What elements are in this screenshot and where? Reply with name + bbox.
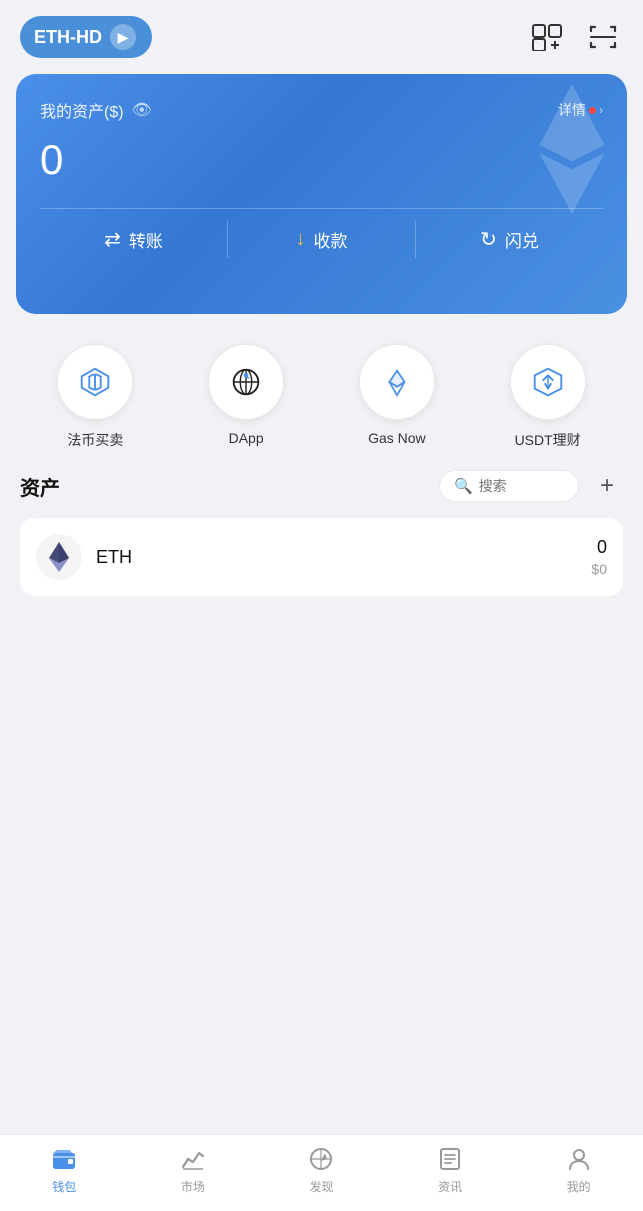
header-actions: [527, 17, 623, 57]
usdt-label: USDT理财: [515, 430, 581, 450]
nav-discover[interactable]: 发现: [257, 1145, 386, 1195]
nav-mine[interactable]: 我的: [514, 1145, 643, 1195]
discover-nav-label: 发现: [309, 1178, 333, 1195]
wallet-name: ETH-HD: [34, 27, 102, 48]
scan-button[interactable]: [583, 17, 623, 57]
eye-icon[interactable]: 👁: [132, 100, 152, 120]
asset-card: 我的资产($) 👁 详情 › 0 ⇄ 转账 ↓ 收款 ↻ 闪兑: [16, 74, 627, 314]
quick-access: 法币买卖 DApp Gas Now: [0, 314, 643, 470]
news-nav-icon: [436, 1145, 464, 1173]
fiat-label: 法币买卖: [67, 430, 123, 450]
search-bar[interactable]: 🔍: [439, 470, 579, 502]
asset-label-text: 我的资产($): [40, 98, 124, 122]
wallet-selector[interactable]: ETH-HD ▶: [20, 16, 152, 58]
search-input[interactable]: [479, 478, 559, 494]
mine-nav-label: 我的: [567, 1178, 591, 1195]
quick-item-dapp[interactable]: DApp: [208, 344, 284, 450]
bottom-nav: 钱包 市场 发现: [0, 1134, 643, 1211]
search-icon: 🔍: [454, 477, 473, 495]
eth-watermark: [507, 84, 627, 219]
assets-header: 资产 🔍 +: [20, 470, 623, 502]
wallet-nav-label: 钱包: [52, 1178, 76, 1195]
receive-label: 收款: [314, 227, 348, 252]
wallet-nav-icon: [50, 1145, 78, 1173]
fiat-icon-circle: [57, 344, 133, 420]
market-nav-icon: [179, 1145, 207, 1173]
eth-values: 0 $0: [591, 537, 607, 577]
transfer-label: 转账: [129, 227, 163, 252]
quick-item-fiat[interactable]: 法币买卖: [57, 344, 133, 450]
gasnow-icon-circle: [359, 344, 435, 420]
swap-icon: ↻: [480, 227, 497, 252]
nav-news[interactable]: 资讯: [386, 1145, 515, 1195]
eth-symbol: ETH: [96, 547, 591, 568]
news-nav-label: 资讯: [438, 1178, 462, 1195]
eth-amount: 0: [591, 537, 607, 558]
eth-logo: [36, 534, 82, 580]
dapp-label: DApp: [229, 430, 264, 446]
receive-button[interactable]: ↓ 收款: [228, 209, 415, 270]
usdt-icon-circle: [510, 344, 586, 420]
receive-icon: ↓: [296, 228, 306, 251]
eth-usd: $0: [591, 561, 607, 577]
dapp-icon-circle: [208, 344, 284, 420]
scan-add-button[interactable]: [527, 17, 567, 57]
nav-market[interactable]: 市场: [129, 1145, 258, 1195]
wallet-arrow-icon: ▶: [110, 24, 136, 50]
nav-wallet[interactable]: 钱包: [0, 1145, 129, 1195]
quick-item-usdt[interactable]: USDT理财: [510, 344, 586, 450]
swap-label: 闪兑: [505, 227, 539, 252]
quick-item-gasnow[interactable]: Gas Now: [359, 344, 435, 450]
assets-section: 资产 🔍 + ETH 0 $0: [0, 470, 643, 596]
header: ETH-HD ▶: [0, 0, 643, 70]
transfer-icon: ⇄: [104, 227, 121, 252]
add-token-button[interactable]: +: [591, 470, 623, 502]
mine-nav-icon: [565, 1145, 593, 1173]
asset-label: 我的资产($) 👁: [40, 98, 152, 122]
gasnow-label: Gas Now: [368, 430, 426, 446]
market-nav-label: 市场: [181, 1178, 205, 1195]
discover-nav-icon: [307, 1145, 335, 1173]
transfer-button[interactable]: ⇄ 转账: [40, 209, 227, 270]
assets-title: 资产: [20, 472, 60, 501]
token-row[interactable]: ETH 0 $0: [20, 518, 623, 596]
